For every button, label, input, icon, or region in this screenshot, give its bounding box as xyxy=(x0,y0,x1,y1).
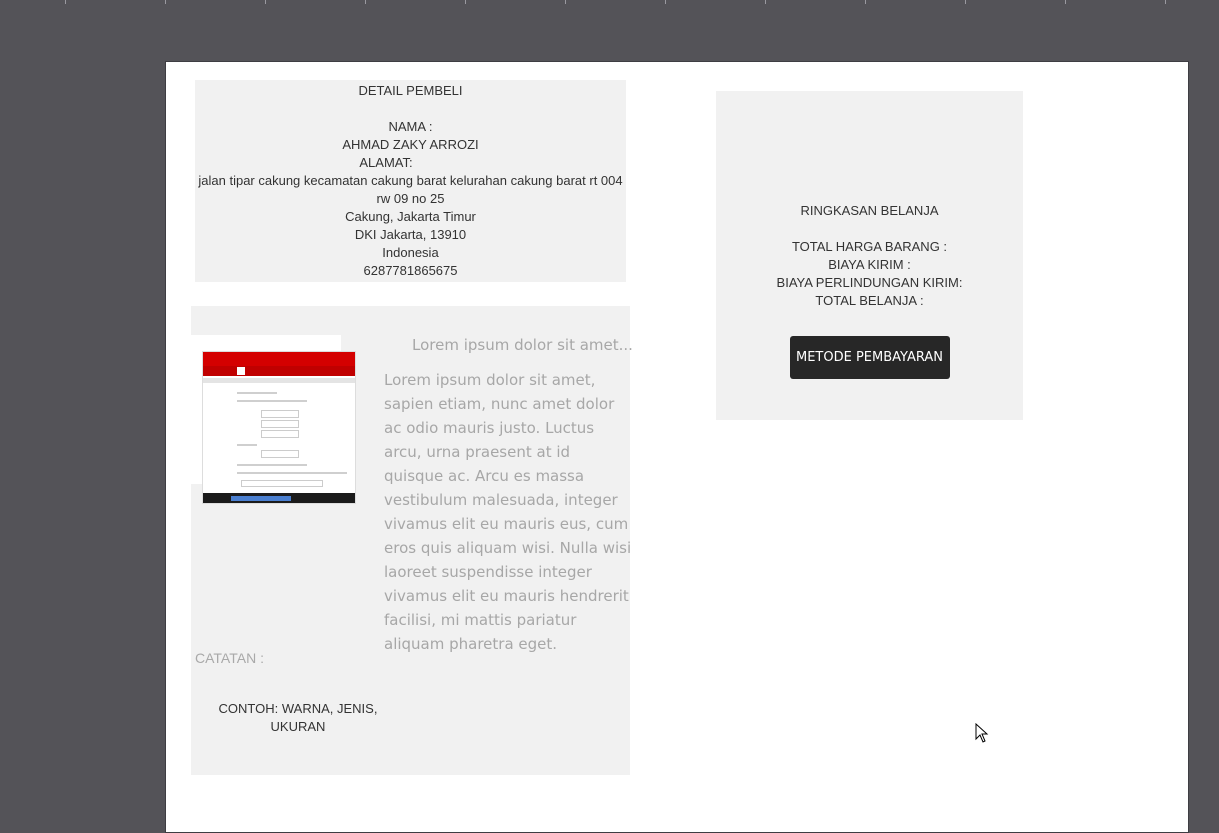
shopping-summary-panel[interactable]: RINGKASAN BELANJA TOTAL HARGA BARANG : B… xyxy=(716,91,1023,420)
ruler-tick xyxy=(165,0,166,4)
ruler-tick xyxy=(865,0,866,4)
buyer-detail-panel[interactable]: DETAIL PEMBELI NAMA : AHMAD ZAKY ARROZI … xyxy=(195,80,626,282)
buyer-phone: 6287781865675 xyxy=(363,263,458,278)
product-panel[interactable]: Lorem ipsum dolor sit amet... Lorem ipsu… xyxy=(191,306,633,775)
product-description: Lorem ipsum dolor sit amet, sapien etiam… xyxy=(384,371,632,653)
grand-total-label: TOTAL BELANJA : xyxy=(815,293,924,308)
buyer-city: Cakung, Jakarta Timur xyxy=(345,209,476,224)
top-ruler xyxy=(0,0,1219,4)
ruler-tick xyxy=(1065,0,1066,4)
note-input-placeholder[interactable]: CONTOH: WARNA, JENIS, UKURAN xyxy=(218,700,378,736)
ruler-tick xyxy=(1165,0,1166,4)
ruler-tick xyxy=(365,0,366,4)
buyer-name-label: NAMA : xyxy=(388,119,433,134)
ruler-tick xyxy=(465,0,466,4)
ruler-tick xyxy=(565,0,566,4)
buyer-province: DKI Jakarta, 13910 xyxy=(354,227,467,242)
ruler-tick xyxy=(665,0,666,4)
product-image-frame xyxy=(191,335,356,504)
total-items-label: TOTAL HARGA BARANG : xyxy=(791,239,948,254)
shipping-protection-label: BIAYA PERLINDUNGAN KIRIM: xyxy=(776,275,963,290)
design-canvas-page[interactable]: DETAIL PEMBELI NAMA : AHMAD ZAKY ARROZI … xyxy=(165,61,1189,833)
shipping-label: BIAYA KIRIM : xyxy=(828,257,911,272)
buyer-address-label: ALAMAT: xyxy=(359,155,413,170)
buyer-name: AHMAD ZAKY ARROZI xyxy=(342,137,479,152)
note-label: CATATAN : xyxy=(195,650,264,666)
payment-method-button[interactable]: METODE PEMBAYARAN xyxy=(789,336,950,379)
ruler-tick xyxy=(765,0,766,4)
ruler-tick xyxy=(965,0,966,4)
mouse-cursor-icon xyxy=(975,723,989,743)
ruler-tick xyxy=(65,0,66,4)
buyer-country: Indonesia xyxy=(382,245,439,260)
summary-heading: RINGKASAN BELANJA xyxy=(800,203,939,218)
ruler-tick xyxy=(265,0,266,4)
buyer-street: jalan tipar cakung kecamatan cakung bara… xyxy=(198,173,623,206)
product-title: Lorem ipsum dolor sit amet... xyxy=(412,336,633,354)
product-thumbnail-image[interactable] xyxy=(202,351,356,504)
buyer-heading: DETAIL PEMBELI xyxy=(358,83,463,98)
